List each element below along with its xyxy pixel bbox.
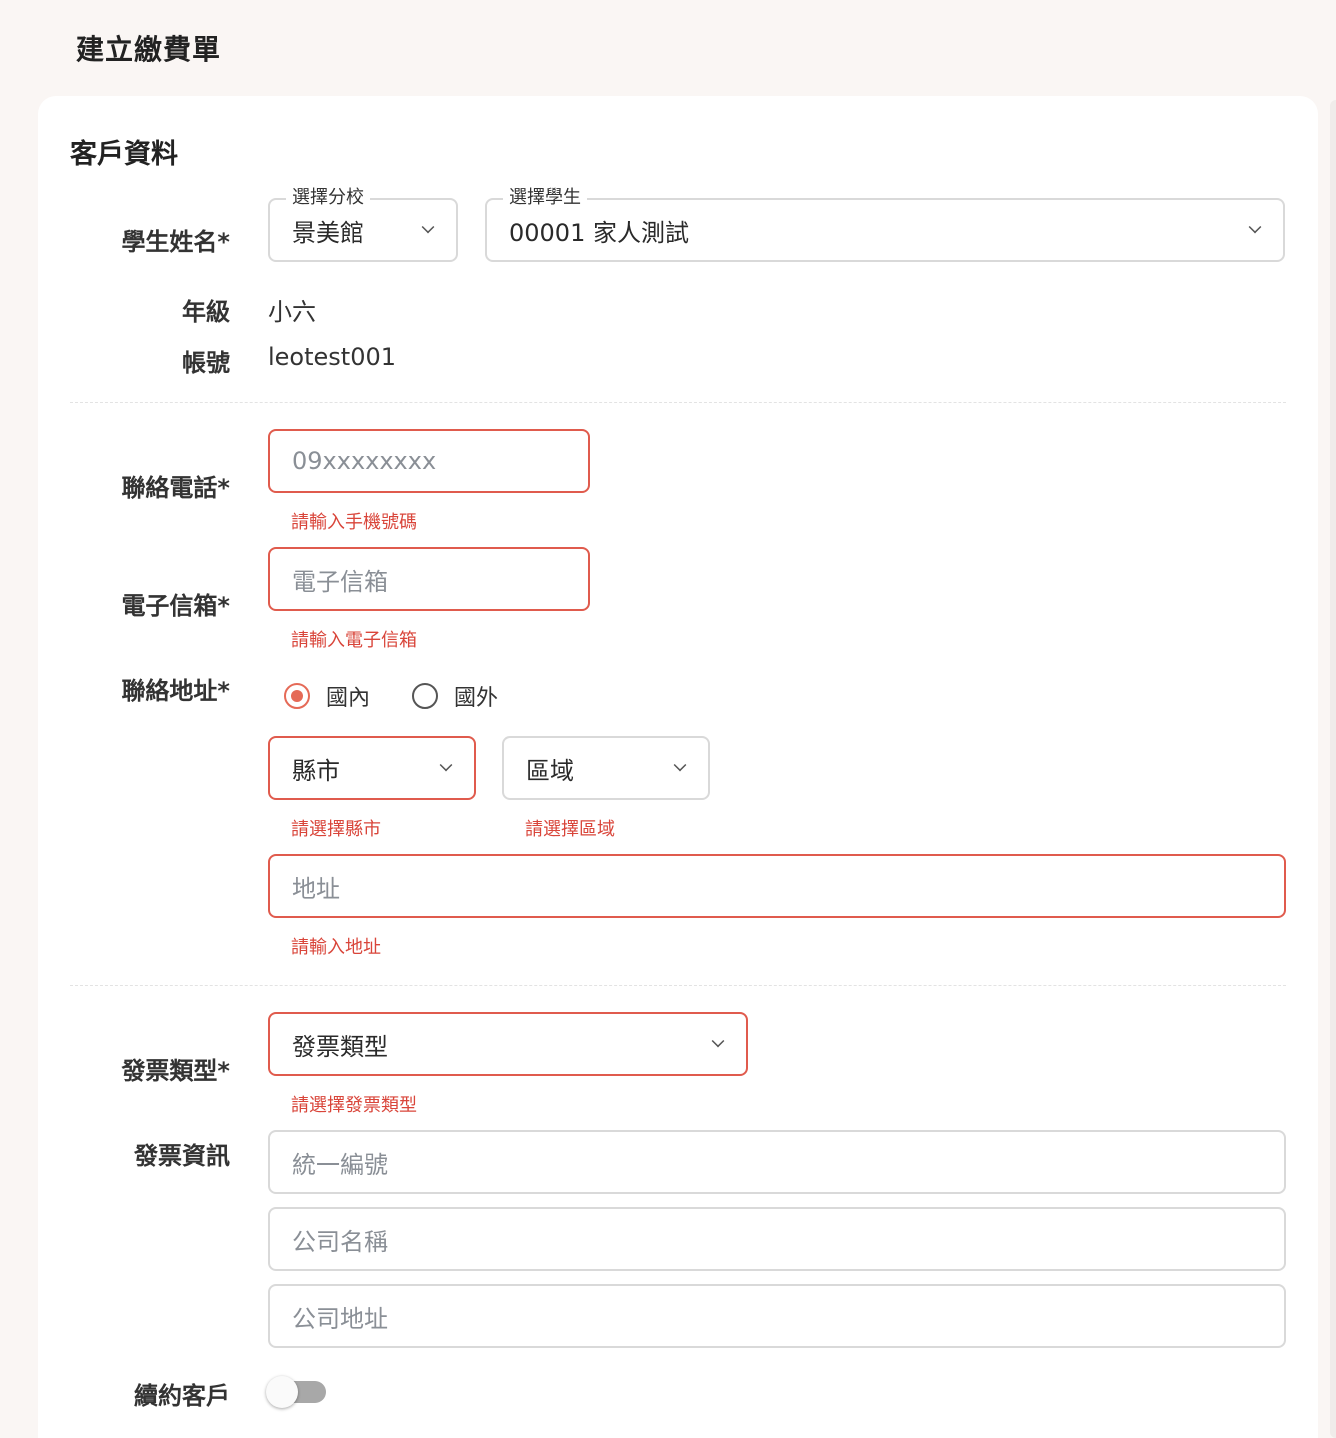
radio-foreign[interactable]: 國外 [412, 680, 498, 712]
side-panel-edge [1330, 100, 1336, 1438]
street-address-error: 請輸入地址 [291, 937, 381, 958]
school-select-value: 景美館 [292, 218, 364, 247]
phone-error: 請輸入手機號碼 [291, 512, 417, 533]
radio-unselected-icon [412, 683, 439, 709]
section-title: 客戶資料 [70, 139, 178, 170]
address-label: 聯絡地址* [121, 677, 230, 705]
invoice-type-error: 請選擇發票類型 [291, 1095, 417, 1116]
account-label: 帳號 [182, 349, 230, 377]
phone-input-placeholder: 09xxxxxxxx [292, 447, 437, 475]
school-select[interactable]: 選擇分校 景美館 [268, 187, 458, 262]
email-input[interactable]: 電子信箱 [268, 547, 590, 611]
school-select-legend: 選擇分校 [286, 187, 370, 209]
chevron-down-icon [439, 758, 453, 772]
email-input-placeholder: 電子信箱 [292, 567, 388, 596]
district-error: 請選擇區域 [525, 819, 615, 840]
chevron-down-icon [421, 220, 435, 234]
invoice-type-value: 發票類型 [292, 1032, 388, 1061]
invoice-type-label: 發票類型* [121, 1057, 230, 1085]
renewal-toggle[interactable] [266, 1376, 328, 1408]
city-select-value: 縣市 [292, 756, 340, 785]
page: 建立繳費單 客戶資料 學生姓名* 選擇分校 景美館 選擇學生 00001 家人測… [0, 0, 1336, 1438]
page-title: 建立繳費單 [76, 33, 222, 66]
section-divider [70, 985, 1286, 986]
phone-input[interactable]: 09xxxxxxxx [268, 429, 590, 493]
student-select-legend: 選擇學生 [503, 187, 587, 209]
student-select-value: 00001 家人測試 [509, 218, 689, 247]
grade-value: 小六 [268, 298, 316, 326]
chevron-down-icon [673, 758, 687, 772]
radio-foreign-label: 國外 [454, 686, 499, 711]
city-select[interactable]: 縣市 [268, 736, 476, 800]
district-select[interactable]: 區域 [502, 736, 710, 800]
email-label: 電子信箱* [121, 592, 230, 620]
student-select[interactable]: 選擇學生 00001 家人測試 [485, 187, 1285, 262]
company-address-input[interactable]: 公司地址 [268, 1284, 1286, 1348]
street-address-placeholder: 地址 [292, 874, 340, 903]
student-name-label: 學生姓名* [121, 228, 230, 256]
email-error: 請輸入電子信箱 [291, 630, 417, 651]
invoice-type-select[interactable]: 發票類型 [268, 1012, 748, 1076]
tax-id-placeholder: 統一編號 [292, 1150, 388, 1179]
chevron-down-icon [1248, 220, 1262, 234]
tax-id-input[interactable]: 統一編號 [268, 1130, 1286, 1194]
chevron-down-icon [711, 1034, 725, 1048]
city-error: 請選擇縣市 [291, 819, 381, 840]
phone-label: 聯絡電話* [121, 474, 230, 502]
company-address-placeholder: 公司地址 [292, 1304, 388, 1333]
address-region-radio-group: 國內 國外 [284, 680, 540, 712]
section-divider [70, 402, 1286, 403]
radio-selected-icon [284, 683, 310, 709]
radio-domestic[interactable]: 國內 [284, 680, 370, 712]
district-select-value: 區域 [526, 756, 574, 785]
street-address-input[interactable]: 地址 [268, 854, 1286, 918]
grade-label: 年級 [182, 298, 230, 326]
radio-domestic-label: 國內 [326, 686, 371, 711]
invoice-info-label: 發票資訊 [134, 1142, 230, 1170]
company-name-input[interactable]: 公司名稱 [268, 1207, 1286, 1271]
toggle-knob [266, 1376, 298, 1408]
account-value: leotest001 [268, 343, 397, 371]
renewal-label: 續約客戶 [134, 1382, 230, 1410]
company-name-placeholder: 公司名稱 [292, 1227, 388, 1256]
